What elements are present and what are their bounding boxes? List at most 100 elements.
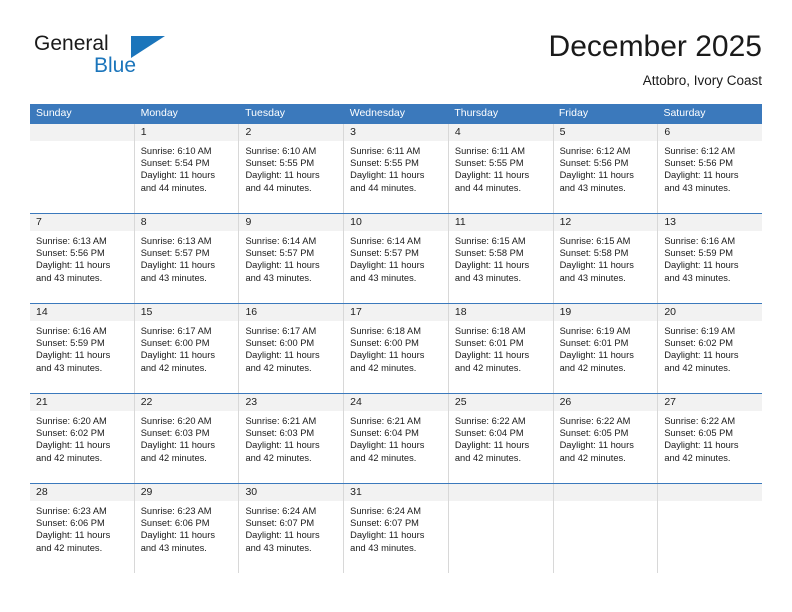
day-cell[interactable]: 14 Sunrise: 6:16 AM Sunset: 5:59 PM Dayl… (30, 304, 135, 393)
day-cell[interactable]: 24 Sunrise: 6:21 AM Sunset: 6:04 PM Dayl… (344, 394, 449, 483)
day-cell[interactable]: 20 Sunrise: 6:19 AM Sunset: 6:02 PM Dayl… (658, 304, 763, 393)
daylight-text-line2: and 42 minutes. (350, 452, 417, 463)
day-cell[interactable]: 2 Sunrise: 6:10 AM Sunset: 5:55 PM Dayli… (239, 124, 345, 213)
day-cell[interactable]: 28 Sunrise: 6:23 AM Sunset: 6:06 PM Dayl… (30, 484, 135, 573)
day-cell[interactable]: 15 Sunrise: 6:17 AM Sunset: 6:00 PM Dayl… (134, 304, 240, 393)
daylight-text-line1: Daylight: 11 hours (36, 350, 111, 361)
day-number: 3 (344, 124, 448, 141)
day-cell[interactable]: 30 Sunrise: 6:24 AM Sunset: 6:07 PM Dayl… (239, 484, 345, 573)
page-subtitle: Attobro, Ivory Coast (642, 73, 762, 88)
daylight-text-line2: and 42 minutes. (559, 452, 626, 463)
daylight-text-line2: and 42 minutes. (664, 362, 731, 373)
logo-triangle-icon (131, 36, 165, 58)
daylight-text-line1: Daylight: 11 hours (140, 440, 215, 451)
daylight-text-line1: Daylight: 11 hours (245, 530, 320, 541)
day-cell[interactable]: 17 Sunrise: 6:18 AM Sunset: 6:00 PM Dayl… (344, 304, 449, 393)
day-number: 6 (658, 124, 763, 141)
day-cell[interactable]: 11 Sunrise: 6:15 AM Sunset: 5:58 PM Dayl… (448, 214, 554, 303)
day-cell[interactable]: 16 Sunrise: 6:17 AM Sunset: 6:00 PM Dayl… (239, 304, 345, 393)
sunset-text: Sunset: 6:00 PM (140, 338, 210, 349)
day-cell[interactable]: 22 Sunrise: 6:20 AM Sunset: 6:03 PM Dayl… (134, 394, 240, 483)
daylight-text-line1: Daylight: 11 hours (245, 350, 320, 361)
sunset-text: Sunset: 6:02 PM (36, 428, 105, 439)
day-cell[interactable]: 13 Sunrise: 6:16 AM Sunset: 5:59 PM Dayl… (658, 214, 763, 303)
day-details: Sunrise: 6:16 AM Sunset: 5:59 PM Dayligh… (658, 231, 762, 284)
sunset-text: Sunset: 6:05 PM (559, 428, 629, 439)
daylight-text-line1: Daylight: 11 hours (140, 260, 215, 271)
sunrise-text: Sunrise: 6:24 AM (350, 506, 421, 516)
day-number (448, 484, 553, 501)
day-number: 14 (30, 304, 134, 321)
daylight-text-line2: and 43 minutes. (245, 272, 312, 283)
day-cell[interactable]: 5 Sunrise: 6:12 AM Sunset: 5:56 PM Dayli… (553, 124, 659, 213)
daylight-text-line2: and 44 minutes. (245, 182, 312, 193)
day-details (554, 501, 658, 505)
daylight-text-line2: and 43 minutes. (245, 542, 312, 553)
day-details: Sunrise: 6:10 AM Sunset: 5:55 PM Dayligh… (239, 141, 343, 194)
day-number: 28 (30, 484, 134, 501)
day-cell[interactable] (448, 484, 554, 573)
day-cell[interactable]: 7 Sunrise: 6:13 AM Sunset: 5:56 PM Dayli… (30, 214, 135, 303)
day-details: Sunrise: 6:21 AM Sunset: 6:03 PM Dayligh… (239, 411, 343, 464)
sunrise-text: Sunrise: 6:23 AM (140, 506, 212, 516)
day-cell[interactable]: 25 Sunrise: 6:22 AM Sunset: 6:04 PM Dayl… (448, 394, 554, 483)
day-number: 10 (344, 214, 448, 231)
day-cell[interactable]: 29 Sunrise: 6:23 AM Sunset: 6:06 PM Dayl… (134, 484, 240, 573)
day-cell[interactable]: 8 Sunrise: 6:13 AM Sunset: 5:57 PM Dayli… (134, 214, 240, 303)
day-details: Sunrise: 6:22 AM Sunset: 6:05 PM Dayligh… (554, 411, 658, 464)
day-cell[interactable]: 12 Sunrise: 6:15 AM Sunset: 5:58 PM Dayl… (553, 214, 659, 303)
sunset-text: Sunset: 5:56 PM (36, 248, 105, 259)
day-cell[interactable]: 1 Sunrise: 6:10 AM Sunset: 5:54 PM Dayli… (134, 124, 240, 213)
day-cell[interactable]: 4 Sunrise: 6:11 AM Sunset: 5:55 PM Dayli… (448, 124, 554, 213)
day-details: Sunrise: 6:22 AM Sunset: 6:05 PM Dayligh… (658, 411, 762, 464)
calendar-week-row: 28 Sunrise: 6:23 AM Sunset: 6:06 PM Dayl… (30, 483, 763, 573)
day-number: 4 (448, 124, 553, 141)
day-number: 19 (553, 304, 658, 321)
day-cell[interactable] (553, 484, 659, 573)
sunset-text: Sunset: 6:03 PM (245, 428, 315, 439)
day-cell[interactable]: 18 Sunrise: 6:18 AM Sunset: 6:01 PM Dayl… (448, 304, 554, 393)
brand-logo[interactable]: General Blue (34, 32, 204, 88)
day-cell[interactable]: 9 Sunrise: 6:14 AM Sunset: 5:57 PM Dayli… (239, 214, 345, 303)
sunset-text: Sunset: 6:00 PM (350, 338, 419, 349)
day-details (30, 141, 134, 145)
day-cell[interactable]: 31 Sunrise: 6:24 AM Sunset: 6:07 PM Dayl… (344, 484, 449, 573)
day-cell[interactable]: 10 Sunrise: 6:14 AM Sunset: 5:57 PM Dayl… (344, 214, 449, 303)
daylight-text-line2: and 44 minutes. (454, 182, 522, 193)
day-number: 27 (658, 394, 763, 411)
sunrise-text: Sunrise: 6:13 AM (140, 236, 212, 246)
day-cell[interactable]: 23 Sunrise: 6:21 AM Sunset: 6:03 PM Dayl… (239, 394, 345, 483)
day-cell[interactable]: 21 Sunrise: 6:20 AM Sunset: 6:02 PM Dayl… (30, 394, 135, 483)
day-details: Sunrise: 6:23 AM Sunset: 6:06 PM Dayligh… (135, 501, 239, 554)
daylight-text-line1: Daylight: 11 hours (664, 260, 739, 271)
logo-primary-text: General (34, 32, 109, 55)
day-details: Sunrise: 6:16 AM Sunset: 5:59 PM Dayligh… (30, 321, 134, 374)
day-number: 18 (448, 304, 553, 321)
day-cell[interactable]: 27 Sunrise: 6:22 AM Sunset: 6:05 PM Dayl… (658, 394, 763, 483)
sunset-text: Sunset: 6:06 PM (140, 518, 210, 529)
day-cell[interactable]: 6 Sunrise: 6:12 AM Sunset: 5:56 PM Dayli… (658, 124, 763, 213)
day-cell[interactable] (30, 124, 135, 213)
daylight-text-line2: and 43 minutes. (36, 272, 103, 283)
day-cell[interactable]: 26 Sunrise: 6:22 AM Sunset: 6:05 PM Dayl… (553, 394, 659, 483)
daylight-text-line1: Daylight: 11 hours (559, 350, 634, 361)
sunrise-text: Sunrise: 6:22 AM (664, 416, 736, 426)
day-details: Sunrise: 6:11 AM Sunset: 5:55 PM Dayligh… (344, 141, 448, 194)
sunrise-text: Sunrise: 6:20 AM (36, 416, 107, 426)
day-cell[interactable] (658, 484, 763, 573)
sunset-text: Sunset: 6:00 PM (245, 338, 315, 349)
sunset-text: Sunset: 6:07 PM (245, 518, 315, 529)
day-number: 20 (658, 304, 763, 321)
weekday-header-row: Sunday Monday Tuesday Wednesday Thursday… (30, 104, 762, 123)
day-details: Sunrise: 6:11 AM Sunset: 5:55 PM Dayligh… (449, 141, 553, 194)
sunrise-text: Sunrise: 6:23 AM (36, 506, 107, 516)
day-details: Sunrise: 6:19 AM Sunset: 6:01 PM Dayligh… (554, 321, 658, 374)
sunset-text: Sunset: 6:03 PM (140, 428, 210, 439)
day-details: Sunrise: 6:20 AM Sunset: 6:03 PM Dayligh… (135, 411, 239, 464)
weekday-header-saturday: Saturday (663, 107, 706, 119)
day-cell[interactable]: 3 Sunrise: 6:11 AM Sunset: 5:55 PM Dayli… (344, 124, 449, 213)
day-number: 29 (134, 484, 239, 501)
day-cell[interactable]: 19 Sunrise: 6:19 AM Sunset: 6:01 PM Dayl… (553, 304, 659, 393)
sunset-text: Sunset: 6:02 PM (664, 338, 734, 349)
sunset-text: Sunset: 5:55 PM (245, 158, 315, 169)
